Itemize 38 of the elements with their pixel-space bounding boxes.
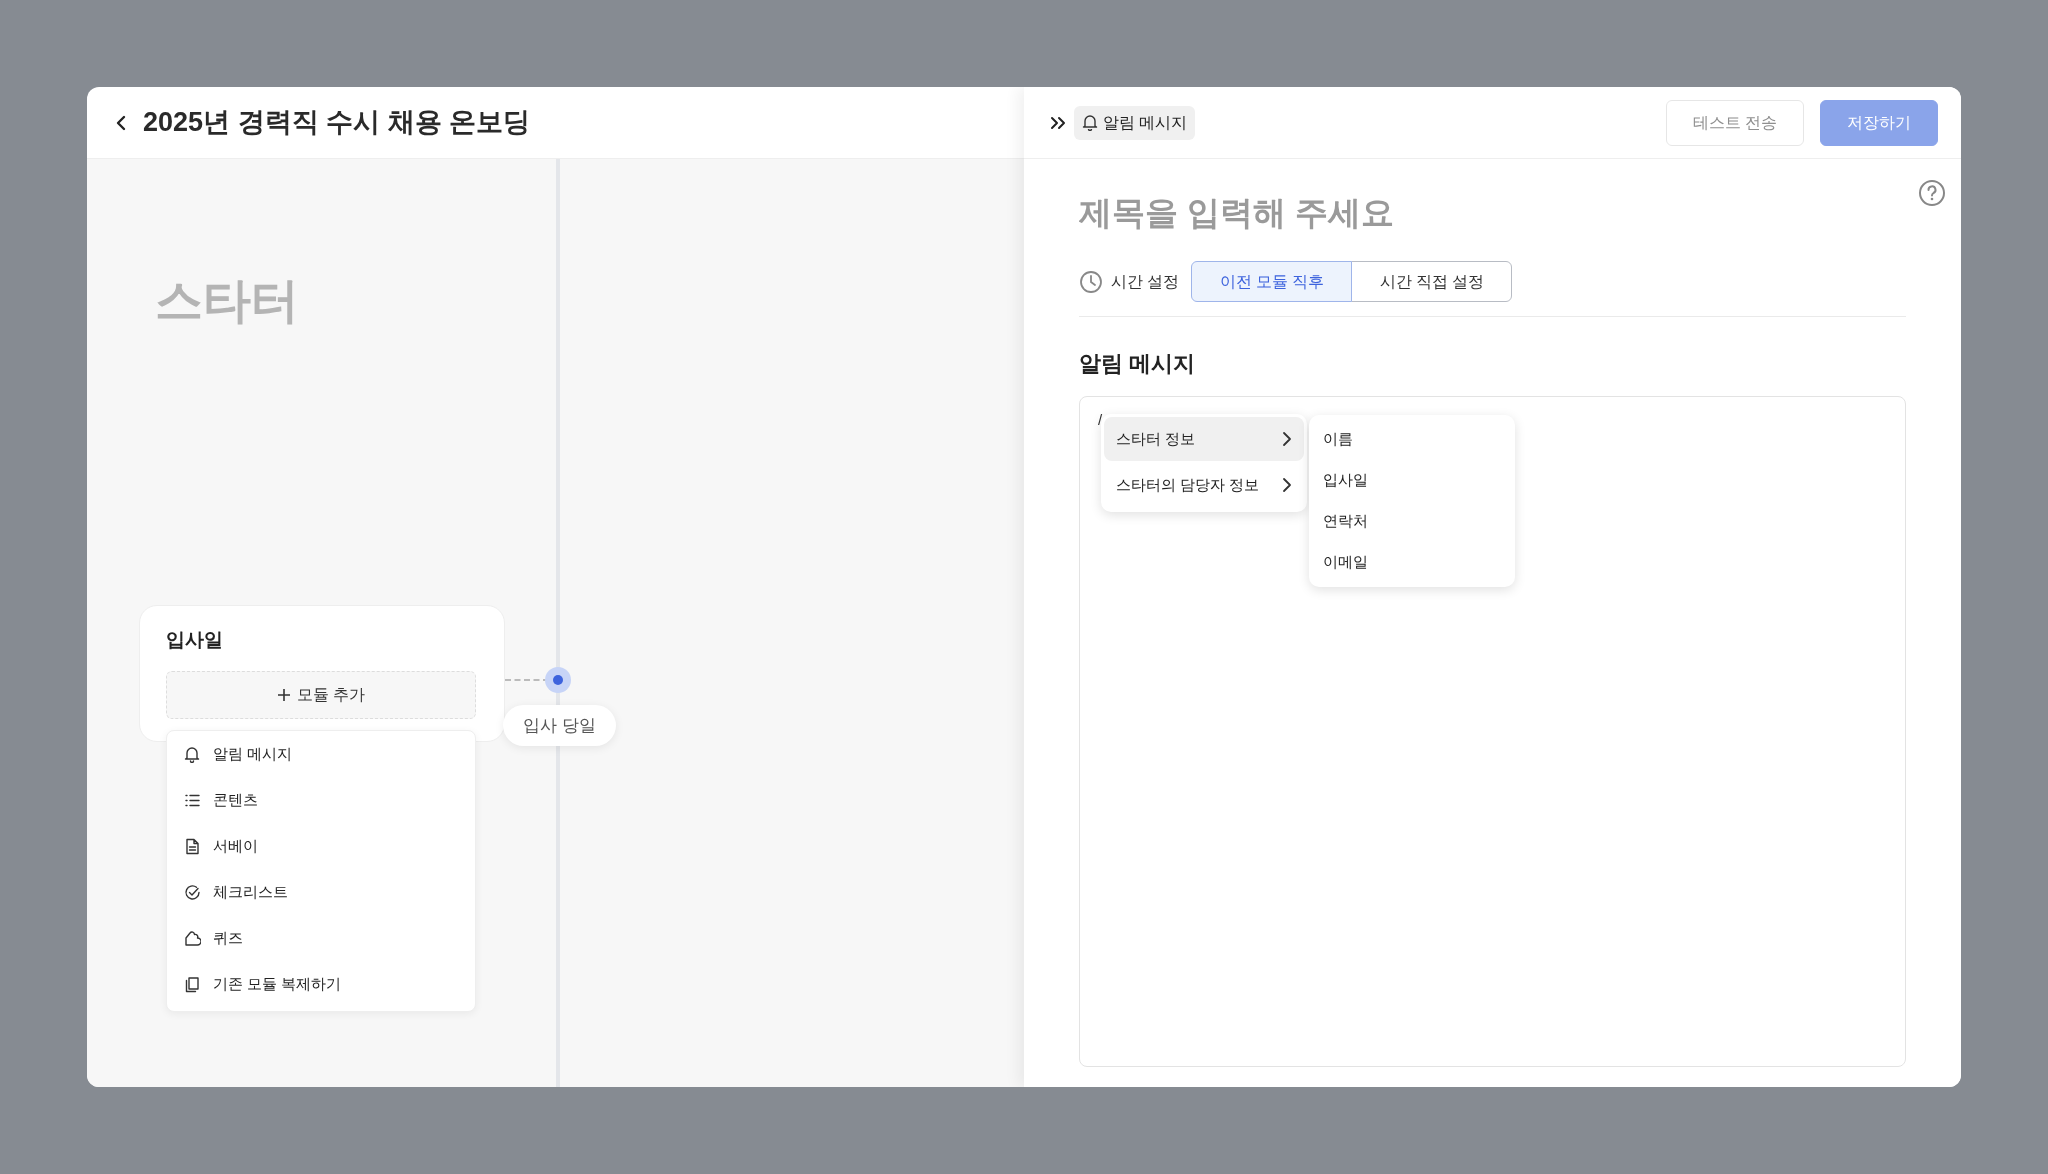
module-menu-item[interactable]: 체크리스트 bbox=[167, 869, 475, 915]
document-icon bbox=[184, 837, 201, 855]
chevron-right-icon bbox=[1282, 431, 1292, 447]
copy-icon bbox=[184, 975, 201, 993]
module-menu-item[interactable]: 퀴즈 bbox=[167, 915, 475, 961]
bell-icon bbox=[184, 745, 201, 763]
title-field[interactable]: 제목을 입력해 주세요 bbox=[1079, 187, 1918, 239]
module-menu-item[interactable]: 콘텐츠 bbox=[167, 777, 475, 823]
menu-item-label: 스타터 정보 bbox=[1116, 428, 1196, 449]
help-icon[interactable] bbox=[1918, 179, 1946, 207]
chip-label: 알림 메시지 bbox=[1103, 112, 1188, 133]
menu-item-label: 스타터의 담당자 정보 bbox=[1116, 474, 1260, 495]
section-title: 알림 메시지 bbox=[1079, 350, 1197, 378]
variable-menu-item[interactable]: 스타터의 담당자 정보 bbox=[1104, 463, 1304, 507]
time-option-tab[interactable]: 시간 직접 설정 bbox=[1351, 261, 1513, 302]
expand-icon[interactable] bbox=[1050, 115, 1066, 130]
module-menu-item[interactable]: 기존 모듈 복제하기 bbox=[167, 961, 475, 1007]
module-menu-item[interactable]: 서베이 bbox=[167, 823, 475, 869]
module-menu-item[interactable]: 알림 메시지 bbox=[167, 731, 475, 777]
submenu-item[interactable]: 입사일 bbox=[1309, 460, 1515, 501]
timeline-label: 입사 당일 bbox=[503, 705, 616, 746]
puzzle-icon bbox=[184, 929, 201, 947]
clock-icon bbox=[1079, 269, 1103, 294]
add-module-button[interactable]: 모듈 추가 bbox=[166, 670, 476, 719]
page-title: 2025년 경력직 수시 채용 온보딩 bbox=[143, 106, 531, 140]
submenu-item[interactable]: 이메일 bbox=[1309, 542, 1515, 583]
stage-title: 입사일 bbox=[166, 628, 224, 652]
variable-menu-item[interactable]: 스타터 정보 bbox=[1104, 417, 1304, 461]
plus-icon bbox=[276, 687, 291, 702]
chevron-right-icon bbox=[1282, 477, 1292, 493]
lane-title: 스타터 bbox=[155, 273, 299, 329]
time-option-tab[interactable]: 이전 모듈 직후 bbox=[1191, 261, 1353, 302]
timeline-node[interactable] bbox=[545, 667, 571, 693]
time-setting-label: 시간 설정 bbox=[1111, 271, 1180, 292]
submenu-item[interactable]: 연락처 bbox=[1309, 501, 1515, 542]
bell-icon bbox=[1082, 114, 1098, 131]
submenu-item[interactable]: 이름 bbox=[1309, 419, 1515, 460]
back-icon[interactable] bbox=[115, 113, 127, 132]
